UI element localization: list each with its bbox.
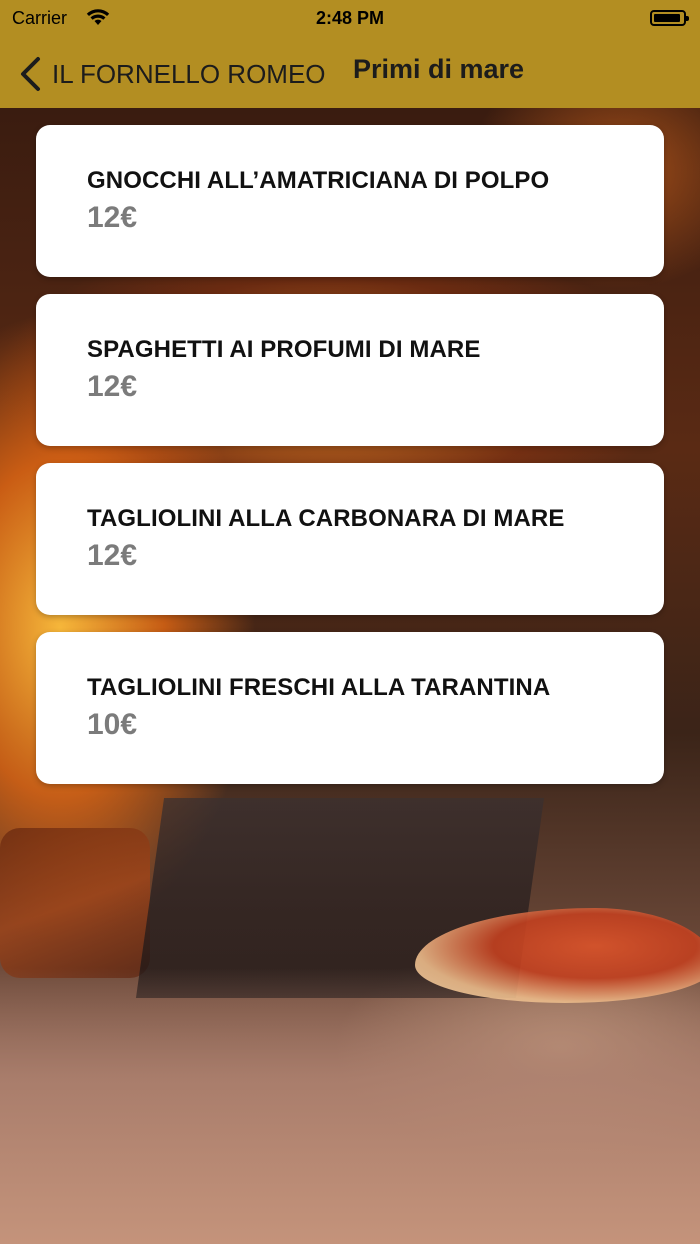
- menu-item-card[interactable]: TAGLIOLINI ALLA CARBONARA DI MARE 12€: [36, 463, 664, 615]
- back-button[interactable]: IL FORNELLO ROMEO: [18, 52, 326, 96]
- navigation-bar: IL FORNELLO ROMEO Primi di mare: [0, 40, 700, 108]
- menu-item-card[interactable]: GNOCCHI ALL’AMATRICIANA DI POLPO 12€: [36, 125, 664, 277]
- menu-list: GNOCCHI ALL’AMATRICIANA DI POLPO 12€ SPA…: [36, 125, 664, 801]
- back-button-label: IL FORNELLO ROMEO: [52, 58, 326, 89]
- page-title: Primi di mare: [353, 54, 525, 84]
- status-bar: Carrier 2:48 PM: [0, 0, 700, 40]
- dish-name: SPAGHETTI AI PROFUMI DI MARE: [87, 336, 481, 363]
- dish-price: 12€: [87, 201, 138, 234]
- chevron-left-icon: [21, 57, 40, 91]
- status-time: 2:48 PM: [315, 8, 385, 28]
- dish-price: 12€: [87, 370, 138, 403]
- dish-name: TAGLIOLINI FRESCHI ALLA TARANTINA: [87, 674, 551, 701]
- dish-name: TAGLIOLINI ALLA CARBONARA DI MARE: [87, 505, 565, 532]
- dish-price: 10€: [87, 708, 138, 741]
- burning-wood: [0, 828, 150, 978]
- oven-floor: [0, 968, 700, 1244]
- battery-icon: [650, 10, 689, 26]
- menu-item-card[interactable]: SPAGHETTI AI PROFUMI DI MARE 12€: [36, 294, 664, 446]
- menu-item-card[interactable]: TAGLIOLINI FRESCHI ALLA TARANTINA 10€: [36, 632, 664, 784]
- dish-name: GNOCCHI ALL’AMATRICIANA DI POLPO: [87, 167, 550, 194]
- dish-price: 12€: [87, 539, 138, 572]
